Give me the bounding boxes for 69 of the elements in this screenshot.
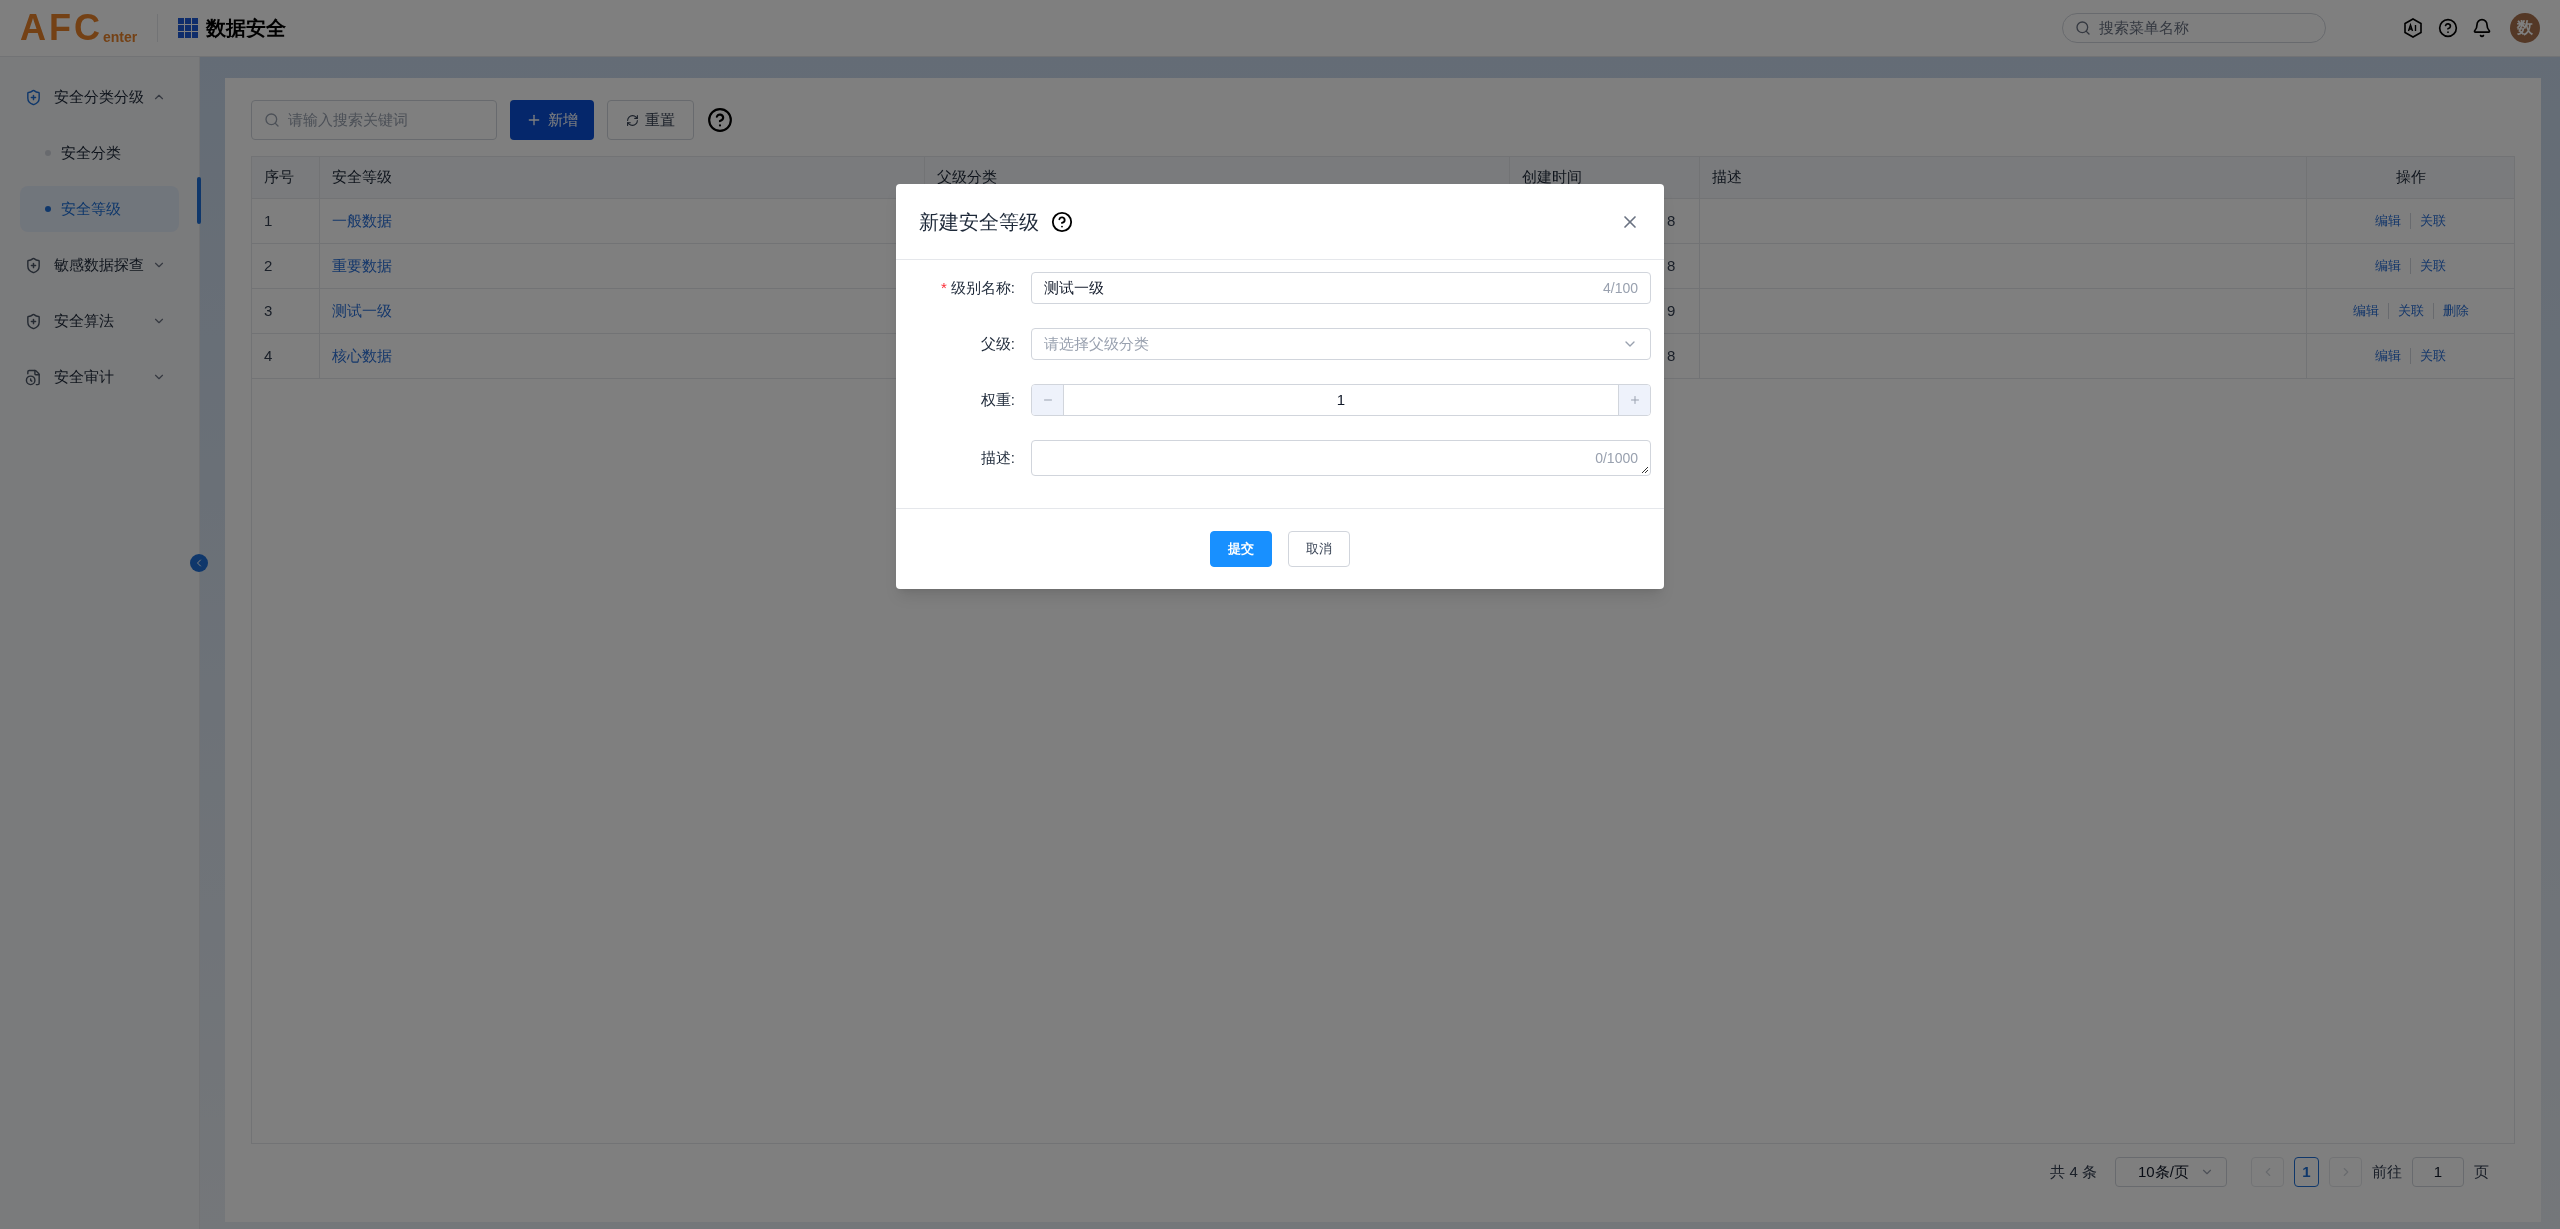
goto-label: 前往: [2372, 1161, 2402, 1182]
column-header: 创建时间: [1522, 167, 1582, 188]
field-label: 级别名称:: [950, 277, 1015, 298]
row-action-link[interactable]: 关联: [2420, 256, 2446, 276]
table-cell-text: 8: [1667, 345, 1676, 366]
row-action-link[interactable]: 关联: [2397, 301, 2424, 321]
help-icon[interactable]: [1051, 210, 1073, 233]
level-link[interactable]: 重要数据: [332, 254, 392, 278]
field-label: 描述:: [980, 447, 1015, 468]
select-field[interactable]: 请选择父级分类: [1031, 328, 1651, 360]
page-suffix: 页: [2474, 1161, 2489, 1182]
sidebar-submenu-item[interactable]: 安全分类: [20, 130, 179, 176]
table-cell-text: 1: [264, 210, 273, 231]
column-header: 父级分类: [937, 167, 997, 188]
textarea-field[interactable]: 0/1000: [1031, 440, 1651, 476]
row-action-link[interactable]: 编辑: [2375, 346, 2401, 366]
level-link[interactable]: 核心数据: [332, 344, 392, 368]
plus-icon: [526, 112, 542, 128]
page-number-button[interactable]: 1: [2294, 1157, 2319, 1187]
resize-handle-icon[interactable]: [1641, 466, 1648, 473]
column-header: 序号: [264, 167, 294, 188]
text-input-field[interactable]: 测试一级 4/100: [1031, 272, 1651, 304]
page-size-select[interactable]: 10条/页: [2115, 1157, 2227, 1187]
refresh-icon: [626, 113, 639, 127]
total-count: 共 4 条: [2050, 1161, 2097, 1182]
row-action-link[interactable]: 删除: [2442, 301, 2469, 321]
submit-button[interactable]: 提交: [1210, 531, 1272, 567]
row-action-link[interactable]: 关联: [2420, 211, 2446, 231]
ai-hexagon-icon[interactable]: [2402, 17, 2424, 39]
sidebar-menu-item[interactable]: 安全审计: [0, 349, 199, 405]
collapse-sidebar-button[interactable]: [190, 554, 208, 572]
field-label: 父级:: [980, 333, 1015, 354]
shield-plus-icon: [25, 88, 42, 106]
column-header: 安全等级: [332, 167, 392, 188]
table-cell-text: 9: [1667, 300, 1676, 321]
table-cell-text: 3: [264, 300, 273, 321]
row-action-link[interactable]: 编辑: [2375, 211, 2401, 231]
search-icon: [2075, 20, 2091, 36]
logo: AFCenter: [20, 10, 138, 46]
bell-icon[interactable]: [2472, 18, 2492, 38]
goto-page-field[interactable]: 1: [2412, 1157, 2464, 1187]
level-link[interactable]: 一般数据: [332, 209, 392, 233]
table-cell-text: 2: [264, 255, 273, 276]
app-title: 数据安全: [206, 16, 287, 41]
table-cell-text: 8: [1667, 210, 1676, 231]
reset-button[interactable]: 重置: [607, 100, 694, 140]
column-header: 操作: [2395, 167, 2426, 188]
sidebar-menu-item[interactable]: 敏感数据探查: [0, 237, 199, 293]
user-avatar[interactable]: 数: [2510, 13, 2540, 43]
required-asterisk: *: [941, 277, 947, 298]
grid-icon[interactable]: [178, 18, 199, 38]
table-cell-text: 4: [264, 345, 273, 366]
row-action-link[interactable]: 关联: [2420, 346, 2446, 366]
cancel-button[interactable]: 取消: [1288, 531, 1350, 567]
add-button[interactable]: 新增: [510, 100, 594, 140]
shield-plus-icon: [25, 312, 42, 330]
table-cell-text: 8: [1667, 255, 1676, 276]
sidebar-submenu-item[interactable]: 安全等级: [20, 186, 179, 232]
row-action-link[interactable]: 编辑: [2375, 256, 2401, 276]
document-clock-icon: [25, 368, 42, 386]
level-link[interactable]: 测试一级: [332, 299, 392, 323]
column-header: 描述: [1712, 167, 1742, 188]
sidebar-menu-item[interactable]: 安全算法: [0, 293, 199, 349]
dialog-title: 新建安全等级: [919, 209, 1039, 235]
field-label: 权重:: [980, 389, 1015, 410]
search-icon: [264, 112, 280, 128]
sidebar-menu-item[interactable]: 安全分类分级: [0, 69, 199, 125]
shield-plus-icon: [25, 256, 42, 274]
row-action-link[interactable]: 编辑: [2352, 301, 2379, 321]
